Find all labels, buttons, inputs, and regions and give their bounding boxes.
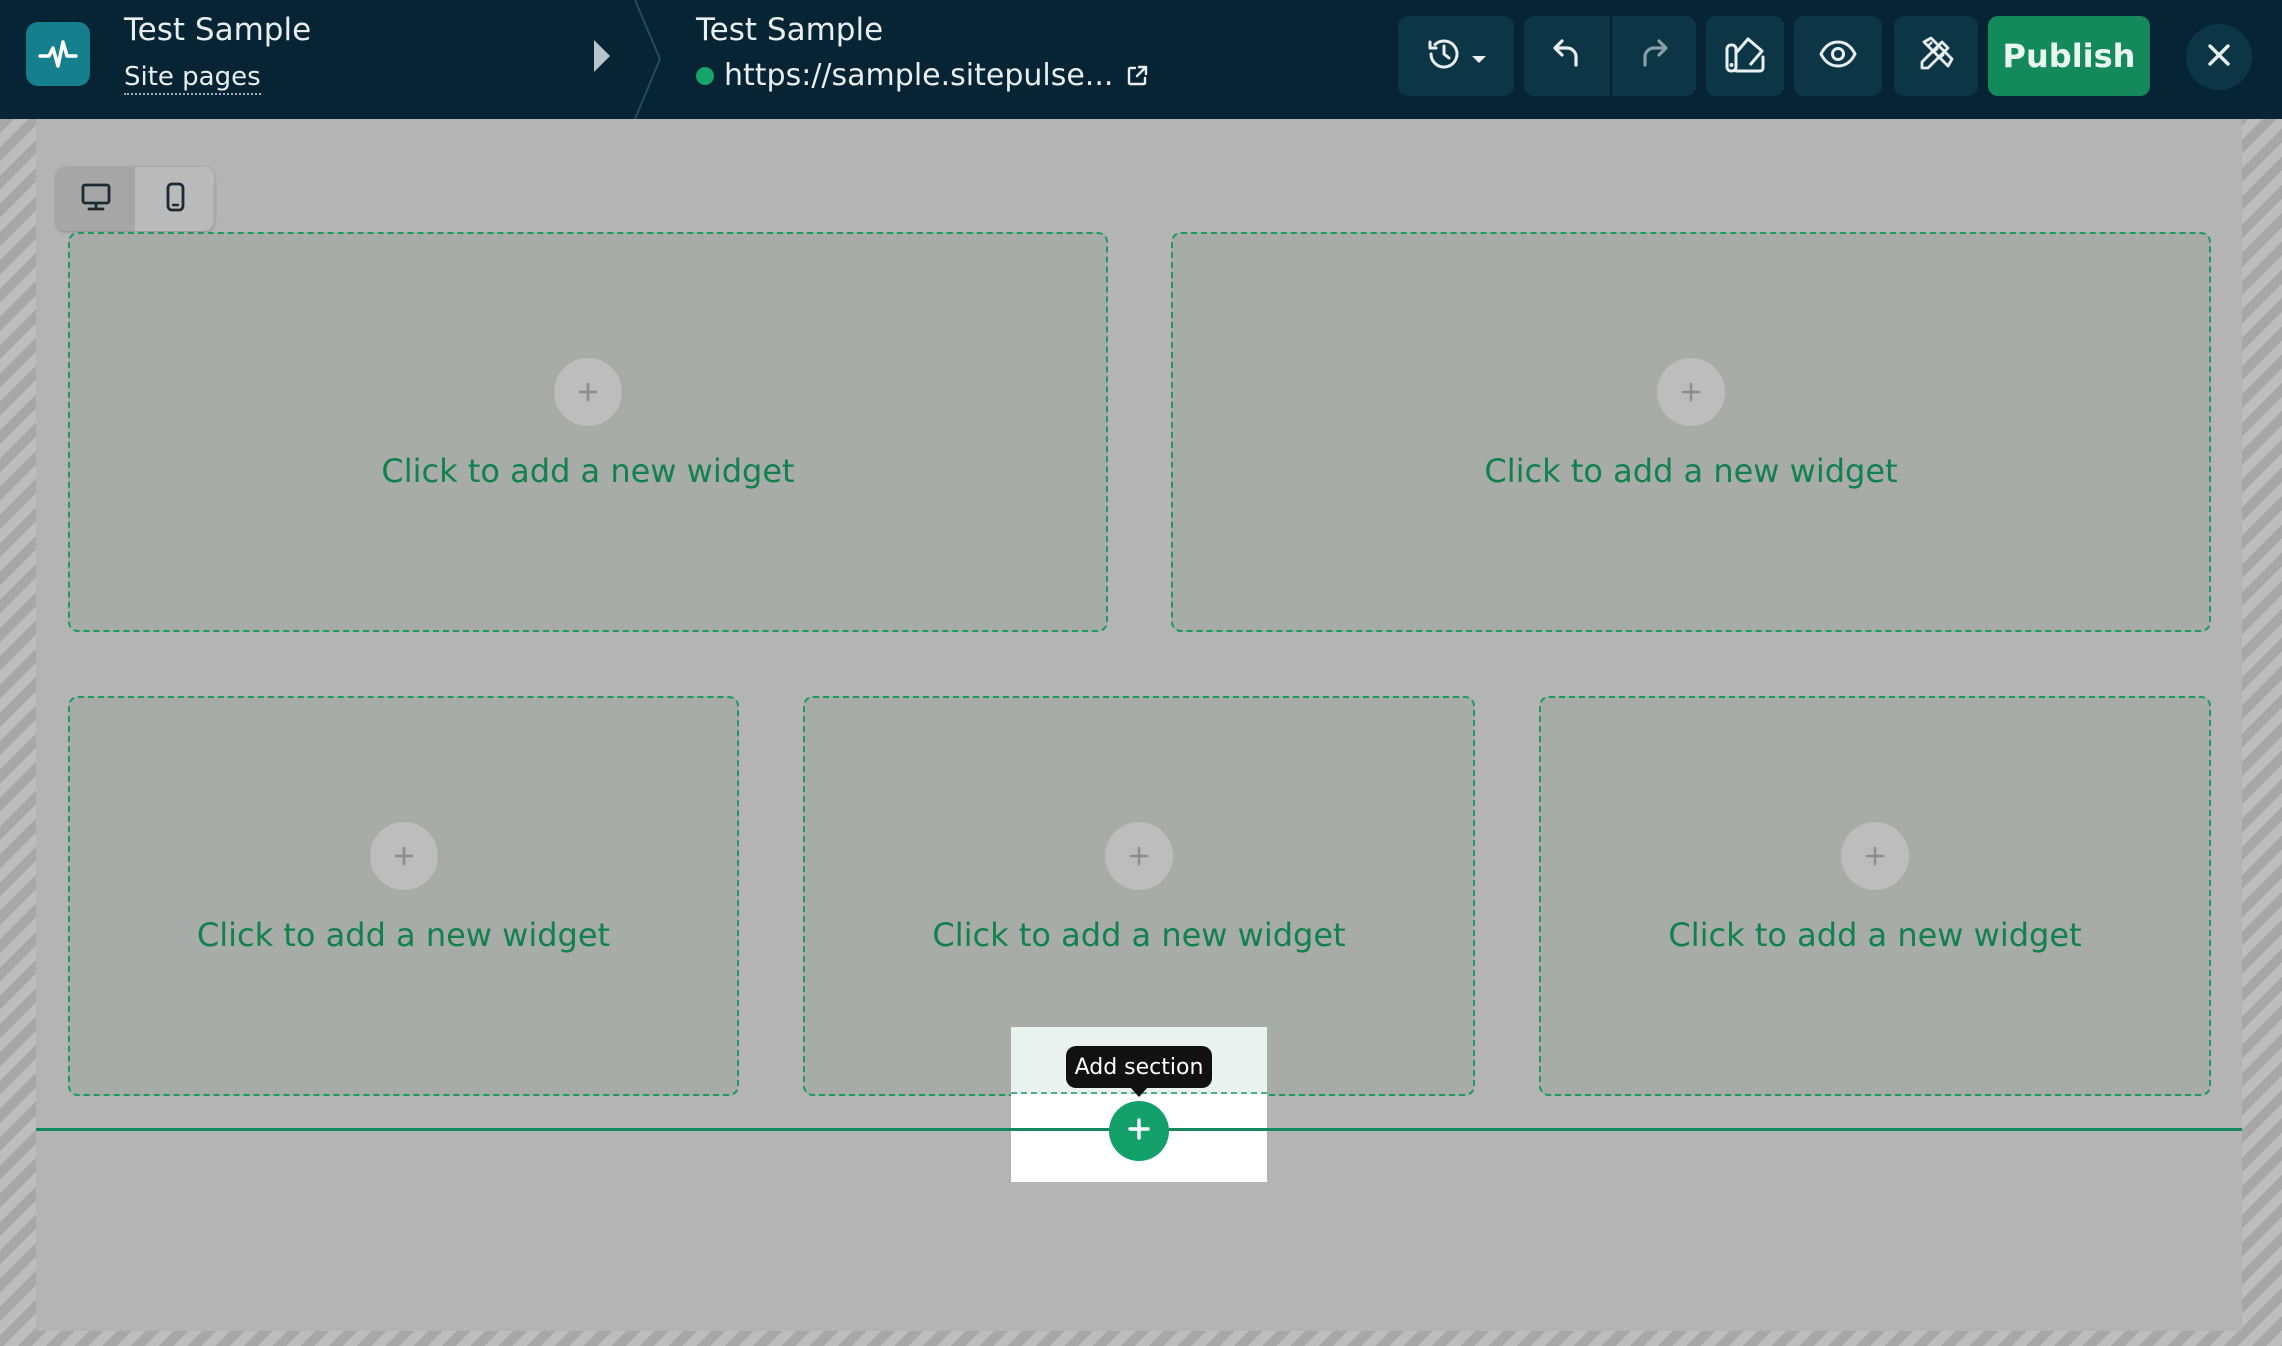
eye-icon — [1818, 34, 1858, 78]
plus-icon[interactable] — [1841, 822, 1909, 890]
desktop-view-button[interactable] — [56, 167, 135, 231]
editor-workspace: Click to add a new widget Click to add a… — [0, 119, 2282, 1346]
plus-icon[interactable] — [1657, 358, 1725, 426]
add-widget-label: Click to add a new widget — [932, 916, 1346, 954]
close-button[interactable] — [2186, 24, 2252, 90]
site-pages-link[interactable]: Site pages — [124, 62, 261, 95]
plus-icon[interactable] — [554, 358, 622, 426]
add-widget-label: Click to add a new widget — [1484, 452, 1898, 490]
plus-icon[interactable] — [369, 822, 438, 890]
site-title: Test Sample — [124, 12, 312, 48]
page-url-link[interactable]: https://sample.sitepulse... — [696, 58, 1149, 93]
undo-button[interactable] — [1524, 16, 1610, 96]
redo-button[interactable] — [1610, 16, 1696, 96]
page-url-text: https://sample.sitepulse... — [724, 58, 1114, 93]
page-title: Test Sample — [696, 12, 884, 48]
undo-icon — [1548, 35, 1586, 77]
redo-icon — [1635, 35, 1673, 77]
online-status-dot — [696, 66, 714, 85]
mobile-icon — [160, 180, 190, 218]
preview-button[interactable] — [1794, 16, 1882, 96]
close-icon — [2204, 40, 2234, 74]
widget-slot[interactable]: Click to add a new widget — [1539, 696, 2211, 1096]
add-widget-label: Click to add a new widget — [1668, 916, 2082, 954]
widget-slot[interactable]: Click to add a new widget — [68, 696, 739, 1096]
device-toggle — [56, 167, 214, 231]
breadcrumb-divider — [634, 0, 662, 119]
plus-icon[interactable] — [1105, 822, 1173, 890]
add-widget-label: Click to add a new widget — [196, 916, 611, 954]
paint-bucket-icon — [1722, 31, 1768, 81]
chevron-down-icon — [1470, 51, 1488, 70]
style-button[interactable] — [1706, 16, 1784, 96]
add-section-button[interactable] — [1109, 1101, 1169, 1161]
external-link-icon[interactable] — [1125, 64, 1149, 88]
add-section-tooltip: Add section — [1066, 1046, 1212, 1097]
add-widget-label: Click to add a new widget — [381, 452, 795, 490]
tools-button[interactable] — [1894, 16, 1978, 96]
widget-slot[interactable]: Click to add a new widget — [68, 232, 1108, 632]
mobile-view-button[interactable] — [135, 167, 214, 231]
widget-slot[interactable]: Click to add a new widget — [1171, 232, 2211, 632]
caret-right-icon[interactable] — [594, 40, 610, 72]
page-canvas: Click to add a new widget Click to add a… — [36, 119, 2242, 1331]
publish-button[interactable]: Publish — [1988, 16, 2150, 96]
history-icon — [1424, 34, 1464, 78]
desktop-icon — [79, 180, 113, 218]
pencil-ruler-icon — [1915, 33, 1957, 79]
history-button[interactable] — [1398, 16, 1514, 96]
undo-redo-group — [1524, 16, 1696, 96]
editor-toolbar: Test Sample Site pages Test Sample https… — [0, 0, 2282, 119]
pulse-logo-icon[interactable] — [26, 22, 90, 86]
plus-icon — [1126, 1116, 1152, 1146]
